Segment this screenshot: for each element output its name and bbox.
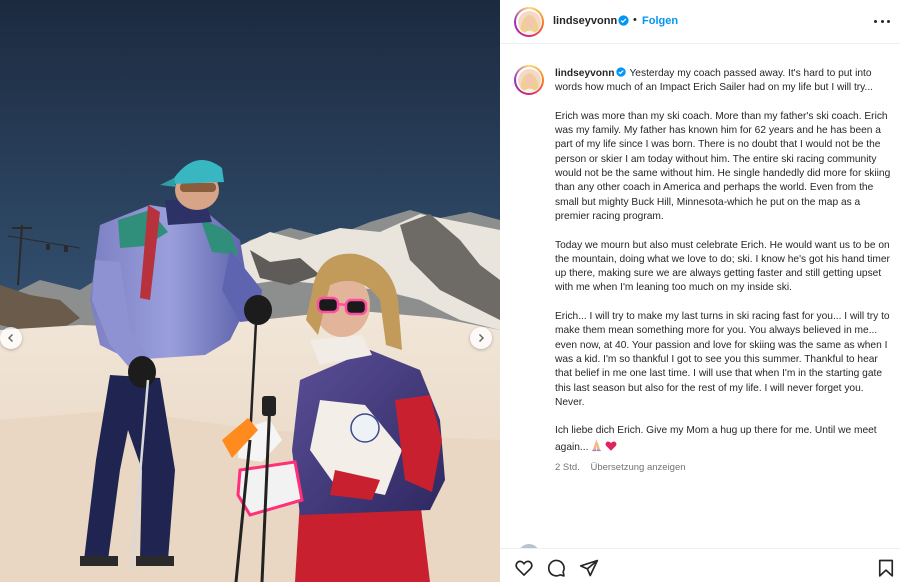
caption-paragraph: Erich... I will try to make my last turn… bbox=[555, 311, 890, 408]
verified-badge-icon bbox=[616, 67, 627, 77]
chevron-right-icon bbox=[478, 333, 485, 343]
more-options-icon[interactable] bbox=[874, 14, 890, 28]
caption-meta: 2 Std. Übersetzung anzeigen bbox=[555, 461, 893, 475]
profile-picture bbox=[517, 68, 541, 92]
caption-paragraph: Erich was more than my ski coach. More t… bbox=[555, 110, 891, 222]
caption-paragraph: lindseyvonn Yesterday my coach passed awa… bbox=[555, 67, 893, 96]
avatar[interactable] bbox=[514, 7, 544, 37]
see-translation-link[interactable]: Übersetzung anzeigen bbox=[590, 462, 685, 473]
verified-badge-icon bbox=[618, 15, 629, 26]
carousel-next-button[interactable] bbox=[470, 327, 492, 349]
post-timestamp[interactable]: 2 Std. bbox=[555, 462, 580, 473]
post-header: lindseyvonn • Folgen bbox=[500, 0, 900, 44]
caption-username[interactable]: lindseyvonn bbox=[555, 68, 614, 79]
post-photo[interactable] bbox=[0, 0, 500, 582]
avatar[interactable] bbox=[514, 65, 544, 95]
ski-photo-illustration bbox=[0, 0, 500, 582]
follow-button[interactable]: Folgen bbox=[642, 15, 678, 27]
caption-text: lindseyvonn Yesterday my coach passed awa… bbox=[555, 67, 893, 475]
caption-paragraph: Today we mourn but also must celebrate E… bbox=[555, 239, 890, 294]
bookmark-icon[interactable] bbox=[876, 558, 896, 578]
praying-hands-emoji bbox=[592, 439, 602, 451]
username[interactable]: lindseyvonn bbox=[553, 15, 617, 27]
heart-icon[interactable] bbox=[514, 558, 534, 578]
caption-paragraph: Ich liebe dich Erich. Give my Mom a hug … bbox=[555, 424, 893, 455]
post-actions-bar bbox=[500, 548, 900, 582]
separator-dot: • bbox=[633, 14, 637, 26]
profile-picture bbox=[517, 10, 541, 34]
post-side-panel: lindseyvonn • Folgen lindseyvonn Yesterda… bbox=[500, 0, 900, 582]
carousel-prev-button[interactable] bbox=[0, 327, 22, 349]
caption-area[interactable]: lindseyvonn Yesterday my coach passed awa… bbox=[500, 45, 900, 545]
comment-icon[interactable] bbox=[546, 558, 566, 578]
chevron-left-icon bbox=[7, 333, 14, 343]
paper-plane-icon[interactable] bbox=[579, 558, 599, 578]
red-heart-emoji bbox=[605, 441, 617, 451]
